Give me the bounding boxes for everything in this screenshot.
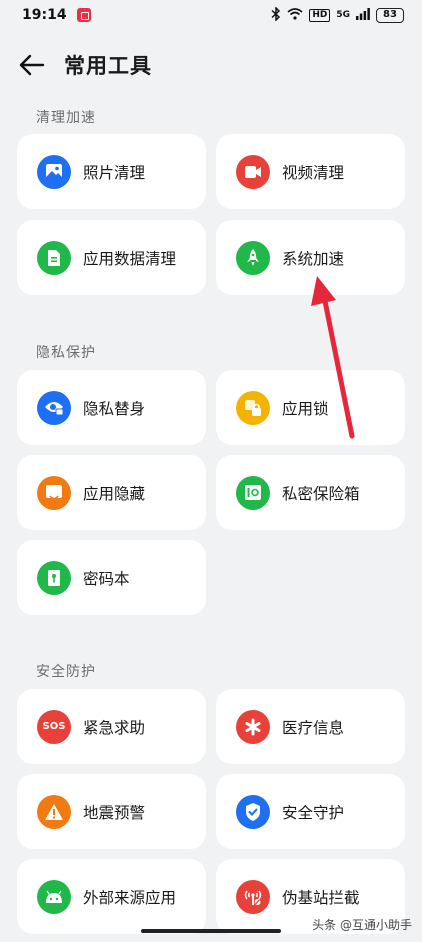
tool-label: 安全守护 xyxy=(282,803,345,822)
hd-icon: HD xyxy=(309,8,331,22)
tool-password-book[interactable]: 密码本 xyxy=(17,540,206,615)
asterisk-icon xyxy=(236,709,270,744)
section-label-privacy: 隐私保护 xyxy=(36,345,96,361)
page-header: 常用工具 xyxy=(0,40,422,90)
tool-label: 伪基站拦截 xyxy=(282,888,360,907)
tool-app-data-cleanup[interactable]: 应用数据清理 xyxy=(17,220,206,295)
arrow-left-icon xyxy=(19,54,45,76)
rocket-icon xyxy=(236,240,270,275)
wifi-icon xyxy=(287,7,303,23)
watermark: 头条 @互通小助手 xyxy=(312,918,412,932)
tool-label: 隐私替身 xyxy=(83,399,146,418)
tool-app-hide[interactable]: 应用隐藏 xyxy=(17,455,206,530)
tool-label: 应用数据清理 xyxy=(83,249,177,268)
page-title: 常用工具 xyxy=(64,54,152,78)
shield-icon xyxy=(236,794,270,829)
tool-photo-cleanup[interactable]: 照片清理 xyxy=(17,134,206,209)
tool-label: 应用隐藏 xyxy=(83,484,146,503)
bluetooth-icon xyxy=(271,5,281,24)
signal-icon xyxy=(356,7,370,23)
tool-label: 私密保险箱 xyxy=(282,484,360,503)
tool-label: 系统加速 xyxy=(282,249,345,268)
key-icon xyxy=(37,560,71,595)
eye-lock-icon xyxy=(37,390,71,425)
lock-icon xyxy=(236,390,270,425)
status-bar: 19:14 HD 5G 83 xyxy=(0,0,422,30)
notification-icon xyxy=(76,8,91,22)
document-icon xyxy=(37,240,71,275)
photo-icon xyxy=(37,154,71,189)
status-time: 19:14 xyxy=(22,7,67,23)
android-icon xyxy=(37,879,71,914)
safe-icon xyxy=(236,475,270,510)
battery-icon: 83 xyxy=(376,7,404,23)
status-icons: HD 5G 83 xyxy=(271,5,404,24)
tool-label: 密码本 xyxy=(83,569,130,588)
cellular-label: 5G xyxy=(336,10,350,20)
tool-video-cleanup[interactable]: 视频清理 xyxy=(216,134,405,209)
warning-icon xyxy=(37,794,71,829)
tool-medical-info[interactable]: 医疗信息 xyxy=(216,689,405,764)
section-label-security: 安全防护 xyxy=(36,664,96,680)
home-indicator[interactable] xyxy=(141,929,281,933)
section-label-cleanup: 清理加速 xyxy=(36,110,96,126)
sos-icon: SOS xyxy=(37,709,71,744)
tool-label: 应用锁 xyxy=(282,399,329,418)
sos-icon-text: SOS xyxy=(42,721,66,732)
tool-label: 照片清理 xyxy=(83,163,146,182)
video-icon xyxy=(236,154,270,189)
tool-label: 紧急求助 xyxy=(83,718,146,737)
tool-safety-guard[interactable]: 安全守护 xyxy=(216,774,405,849)
back-button[interactable] xyxy=(14,47,50,83)
tool-private-safe[interactable]: 私密保险箱 xyxy=(216,455,405,530)
tool-emergency-sos[interactable]: SOS 紧急求助 xyxy=(17,689,206,764)
tool-privacy-double[interactable]: 隐私替身 xyxy=(17,370,206,445)
tool-system-boost[interactable]: 系统加速 xyxy=(216,220,405,295)
tool-app-lock[interactable]: 应用锁 xyxy=(216,370,405,445)
tool-label: 地震预警 xyxy=(83,803,146,822)
hidden-app-icon xyxy=(37,475,71,510)
tool-earthquake-warning[interactable]: 地震预警 xyxy=(17,774,206,849)
tool-label: 外部来源应用 xyxy=(83,888,177,907)
tool-label: 视频清理 xyxy=(282,163,345,182)
tool-label: 医疗信息 xyxy=(282,718,345,737)
tool-external-apps[interactable]: 外部来源应用 xyxy=(17,859,206,934)
antenna-block-icon xyxy=(236,879,270,914)
